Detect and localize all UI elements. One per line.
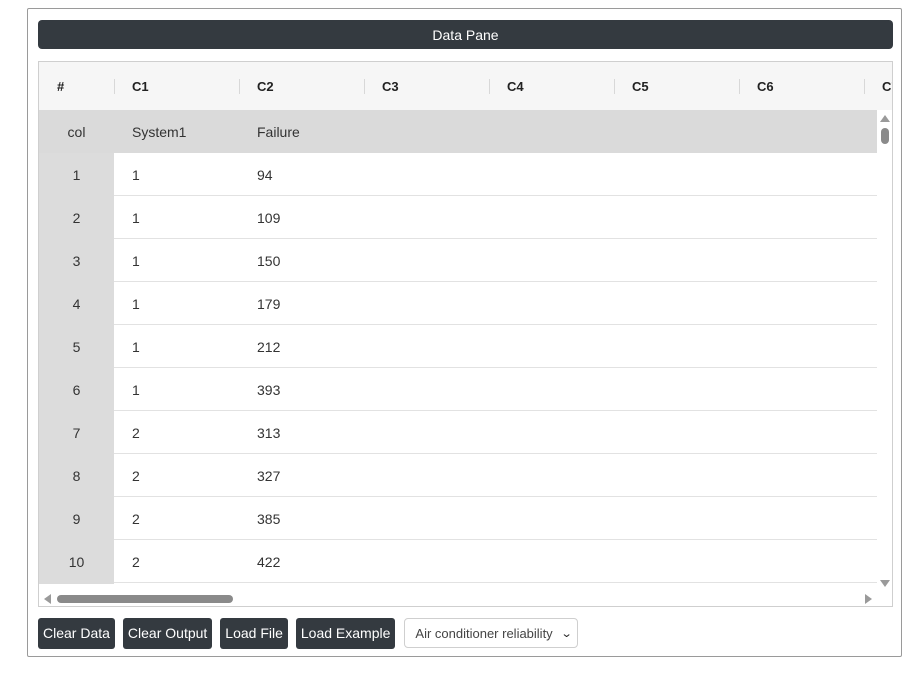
column-header-label: # (57, 78, 65, 94)
column-header-label: C3 (382, 78, 399, 94)
column-header-label: C2 (257, 78, 274, 94)
grid-body: col System1 Failure 1 1 94 2 1 109 3 1 1… (39, 110, 877, 584)
cell-c1[interactable]: 1 (132, 196, 140, 239)
column-header-c7[interactable]: C7 (864, 62, 892, 110)
data-pane-panel: Data Pane # C1 C2 C3 C4 C5 C6 C col Syst… (27, 8, 902, 657)
row-number: col (39, 110, 114, 153)
table-row: 8 2 327 (39, 454, 877, 497)
pane-title: Data Pane (38, 20, 893, 49)
cell-c2[interactable]: 327 (257, 454, 280, 497)
cell-c1[interactable]: 2 (132, 497, 140, 540)
table-row: 1 1 94 (39, 153, 877, 196)
row-number: 8 (39, 454, 114, 497)
scroll-down-arrow-icon[interactable] (880, 580, 890, 587)
column-name-c2[interactable]: Failure (257, 110, 300, 153)
scroll-up-arrow-icon[interactable] (880, 115, 890, 122)
horizontal-scrollbar[interactable] (39, 590, 892, 606)
example-dataset-select[interactable]: Air conditioner reliability ⌄ (404, 618, 579, 648)
example-dataset-value: Air conditioner reliability (415, 625, 553, 641)
cell-c1[interactable]: 1 (132, 282, 140, 325)
horizontal-scroll-thumb[interactable] (57, 595, 233, 603)
column-header-c2[interactable]: C2 (239, 62, 364, 110)
cell-c2[interactable]: 385 (257, 497, 280, 540)
column-header-c6[interactable]: C6 (739, 62, 864, 110)
vertical-scroll-thumb[interactable] (881, 128, 889, 144)
cell-c1[interactable]: 1 (132, 153, 140, 196)
column-header-rownum: # (39, 62, 114, 110)
column-header-c3[interactable]: C3 (364, 62, 489, 110)
data-grid[interactable]: # C1 C2 C3 C4 C5 C6 C7 (38, 61, 893, 607)
cell-c2[interactable]: 150 (257, 239, 280, 282)
column-header-label: C7 (882, 78, 892, 94)
table-row: 4 1 179 (39, 282, 877, 325)
row-number (39, 583, 114, 584)
cell-c2[interactable]: 94 (257, 153, 273, 196)
column-header-c1[interactable]: C1 (114, 62, 239, 110)
scroll-left-arrow-icon[interactable] (44, 594, 51, 604)
table-row: 3 1 150 (39, 239, 877, 282)
cell-c2[interactable]: 313 (257, 411, 280, 454)
row-number: 3 (39, 239, 114, 282)
column-header-label: C4 (507, 78, 524, 94)
column-header-c5[interactable]: C5 (614, 62, 739, 110)
table-row: 6 1 393 (39, 368, 877, 411)
clear-output-button[interactable]: Clear Output (122, 617, 213, 649)
cell-c1[interactable]: 2 (132, 411, 140, 454)
column-header-label: C1 (132, 78, 149, 94)
cell-c2[interactable]: 179 (257, 282, 280, 325)
cell-c1[interactable]: 1 (132, 325, 140, 368)
row-number: 7 (39, 411, 114, 454)
cell-c1[interactable]: 2 (132, 454, 140, 497)
load-example-button[interactable]: Load Example (295, 617, 396, 649)
table-row: 2 1 109 (39, 196, 877, 239)
row-number: 10 (39, 540, 114, 583)
vertical-scrollbar[interactable] (877, 110, 892, 590)
table-row (39, 583, 877, 584)
column-header-label: C6 (757, 78, 774, 94)
cell-c2[interactable]: 393 (257, 368, 280, 411)
row-number: 4 (39, 282, 114, 325)
data-toolbar: Clear Data Clear Output Load File Load E… (38, 617, 579, 649)
row-number: 6 (39, 368, 114, 411)
row-number: 5 (39, 325, 114, 368)
cell-c2[interactable]: 212 (257, 325, 280, 368)
table-row: 10 2 422 (39, 540, 877, 583)
table-row: 7 2 313 (39, 411, 877, 454)
clear-data-button[interactable]: Clear Data (38, 617, 115, 649)
load-file-button[interactable]: Load File (220, 617, 288, 649)
cell-c2[interactable]: 109 (257, 196, 280, 239)
cell-c2[interactable]: 422 (257, 540, 280, 583)
column-header-c4[interactable]: C4 (489, 62, 614, 110)
cell-c1[interactable]: 1 (132, 239, 140, 282)
table-row: 9 2 385 (39, 497, 877, 540)
row-number: 1 (39, 153, 114, 196)
column-header-label: C5 (632, 78, 649, 94)
row-number: 9 (39, 497, 114, 540)
scroll-right-arrow-icon[interactable] (865, 594, 872, 604)
column-header-row: # C1 C2 C3 C4 C5 C6 C7 (39, 62, 892, 111)
column-name-row: col System1 Failure (39, 110, 877, 153)
table-row: 5 1 212 (39, 325, 877, 368)
cell-c1[interactable]: 1 (132, 368, 140, 411)
chevron-down-icon: ⌄ (560, 627, 573, 640)
cell-c1[interactable]: 2 (132, 540, 140, 583)
column-name-c1[interactable]: System1 (132, 110, 186, 153)
row-number: 2 (39, 196, 114, 239)
